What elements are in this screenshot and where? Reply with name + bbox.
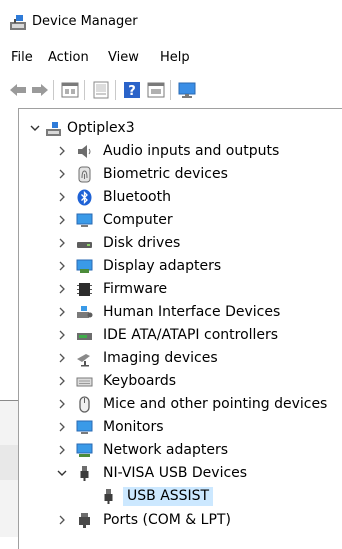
menu-bar: File Action View Help xyxy=(0,44,342,72)
svg-text:?: ? xyxy=(128,84,136,99)
tree-child-usb-assist[interactable]: USB ASSIST xyxy=(19,485,342,508)
tree-item-label: Disk drives xyxy=(103,235,181,251)
chevron-right-icon[interactable] xyxy=(55,167,69,181)
tree-item-label: Keyboards xyxy=(103,373,177,389)
tree-item-keyboards[interactable]: Keyboards xyxy=(19,370,342,393)
tree-item-label: Audio inputs and outputs xyxy=(103,143,280,159)
chevron-right-icon[interactable] xyxy=(55,213,69,227)
tree-item-label: Bluetooth xyxy=(103,189,171,205)
chip-icon xyxy=(77,283,92,296)
tree-item-imaging[interactable]: Imaging devices xyxy=(19,347,342,370)
keyboard-icon xyxy=(76,377,93,387)
menu-file[interactable]: File xyxy=(9,49,35,67)
tree-item-biometric[interactable]: Biometric devices xyxy=(19,163,342,186)
controller-icon xyxy=(77,333,92,340)
tree-item-ports[interactable]: Ports (COM & LPT) xyxy=(19,509,342,532)
chevron-right-icon[interactable] xyxy=(55,236,69,250)
toolbar: ? xyxy=(0,74,342,106)
tree-item-ide-ata[interactable]: IDE ATA/ATAPI controllers xyxy=(19,324,342,347)
back-arrow-icon[interactable] xyxy=(8,80,28,100)
toolbar-separator xyxy=(53,80,54,100)
tree-item-label: Human Interface Devices xyxy=(103,304,281,320)
window-title: Device Manager xyxy=(32,14,138,29)
help-icon[interactable]: ? xyxy=(122,80,142,100)
toolbar-separator xyxy=(170,80,171,100)
chevron-right-icon[interactable] xyxy=(55,190,69,204)
chevron-right-icon[interactable] xyxy=(55,282,69,296)
tree-item-network[interactable]: Network adapters xyxy=(19,439,342,462)
usb-plug-icon xyxy=(104,489,113,504)
properties-icon[interactable] xyxy=(60,80,80,100)
device-manager-icon xyxy=(10,15,26,30)
menu-view[interactable]: View xyxy=(106,49,141,67)
tree-item-computer[interactable]: Computer xyxy=(19,209,342,232)
menu-action[interactable]: Action xyxy=(46,49,91,67)
update-driver-icon[interactable] xyxy=(91,80,111,100)
tree-item-label: Biometric devices xyxy=(103,166,228,182)
adjacent-window-edge xyxy=(0,400,18,537)
bluetooth-icon xyxy=(77,189,92,206)
tree-item-hid[interactable]: Human Interface Devices xyxy=(19,301,342,324)
chevron-right-icon[interactable] xyxy=(55,328,69,342)
network-adapter-icon xyxy=(76,443,93,457)
device-tree[interactable]: Optiplex3 Audio inputs and outputs Biome… xyxy=(18,108,342,549)
chevron-down-icon[interactable] xyxy=(55,466,69,480)
tree-item-label: Mice and other pointing devices xyxy=(103,396,328,412)
toolbar-separator xyxy=(115,80,116,100)
tree-child-label: USB ASSIST xyxy=(123,487,214,506)
monitor-icon xyxy=(76,213,93,227)
chevron-right-icon[interactable] xyxy=(55,513,69,527)
disk-drive-icon xyxy=(77,242,92,248)
tree-item-label: Network adapters xyxy=(103,442,228,458)
tree-item-label: NI-VISA USB Devices xyxy=(103,465,248,481)
scan-hardware-icon[interactable] xyxy=(146,80,166,100)
tree-item-label: Firmware xyxy=(103,281,168,297)
title-bar: Device Manager xyxy=(0,0,342,44)
chevron-right-icon[interactable] xyxy=(55,259,69,273)
human-interface-icon xyxy=(77,306,93,318)
tree-item-label: IDE ATA/ATAPI controllers xyxy=(103,327,279,343)
computer-tower-icon xyxy=(46,122,61,136)
chevron-right-icon[interactable] xyxy=(55,374,69,388)
tree-item-label: Imaging devices xyxy=(103,350,218,366)
camera-icon xyxy=(77,354,90,367)
usb-plug-icon xyxy=(80,466,89,481)
tree-item-monitors[interactable]: Monitors xyxy=(19,416,342,439)
speaker-icon xyxy=(78,145,91,158)
mouse-icon xyxy=(79,396,90,413)
display-adapter-icon xyxy=(76,259,93,273)
monitor-icon xyxy=(76,420,93,434)
tree-item-firmware[interactable]: Firmware xyxy=(19,278,342,301)
tree-item-label: Display adapters xyxy=(103,258,222,274)
fingerprint-icon xyxy=(78,166,91,183)
chevron-right-icon[interactable] xyxy=(55,443,69,457)
chevron-down-icon[interactable] xyxy=(28,121,42,135)
chevron-right-icon[interactable] xyxy=(55,420,69,434)
tree-root-row[interactable]: Optiplex3 xyxy=(19,117,342,140)
tree-item-bluetooth[interactable]: Bluetooth xyxy=(19,186,342,209)
chevron-right-icon[interactable] xyxy=(55,305,69,319)
tree-item-ni-visa[interactable]: NI-VISA USB Devices xyxy=(19,462,342,485)
chevron-right-icon[interactable] xyxy=(55,351,69,365)
tree-item-disk-drives[interactable]: Disk drives xyxy=(19,232,342,255)
port-icon xyxy=(79,513,90,528)
tree-item-label: Ports (COM & LPT) xyxy=(103,512,231,528)
forward-arrow-icon[interactable] xyxy=(30,80,50,100)
menu-help[interactable]: Help xyxy=(158,49,192,67)
tree-item-display-adapters[interactable]: Display adapters xyxy=(19,255,342,278)
tree-item-label: Monitors xyxy=(103,419,164,435)
tree-item-label: Computer xyxy=(103,212,173,228)
monitor-icon[interactable] xyxy=(177,80,197,100)
tree-root-label: Optiplex3 xyxy=(67,120,135,136)
chevron-right-icon[interactable] xyxy=(55,144,69,158)
chevron-right-icon[interactable] xyxy=(55,397,69,411)
tree-item-mice[interactable]: Mice and other pointing devices xyxy=(19,393,342,416)
tree-item-audio[interactable]: Audio inputs and outputs xyxy=(19,140,342,163)
toolbar-separator xyxy=(84,80,85,100)
